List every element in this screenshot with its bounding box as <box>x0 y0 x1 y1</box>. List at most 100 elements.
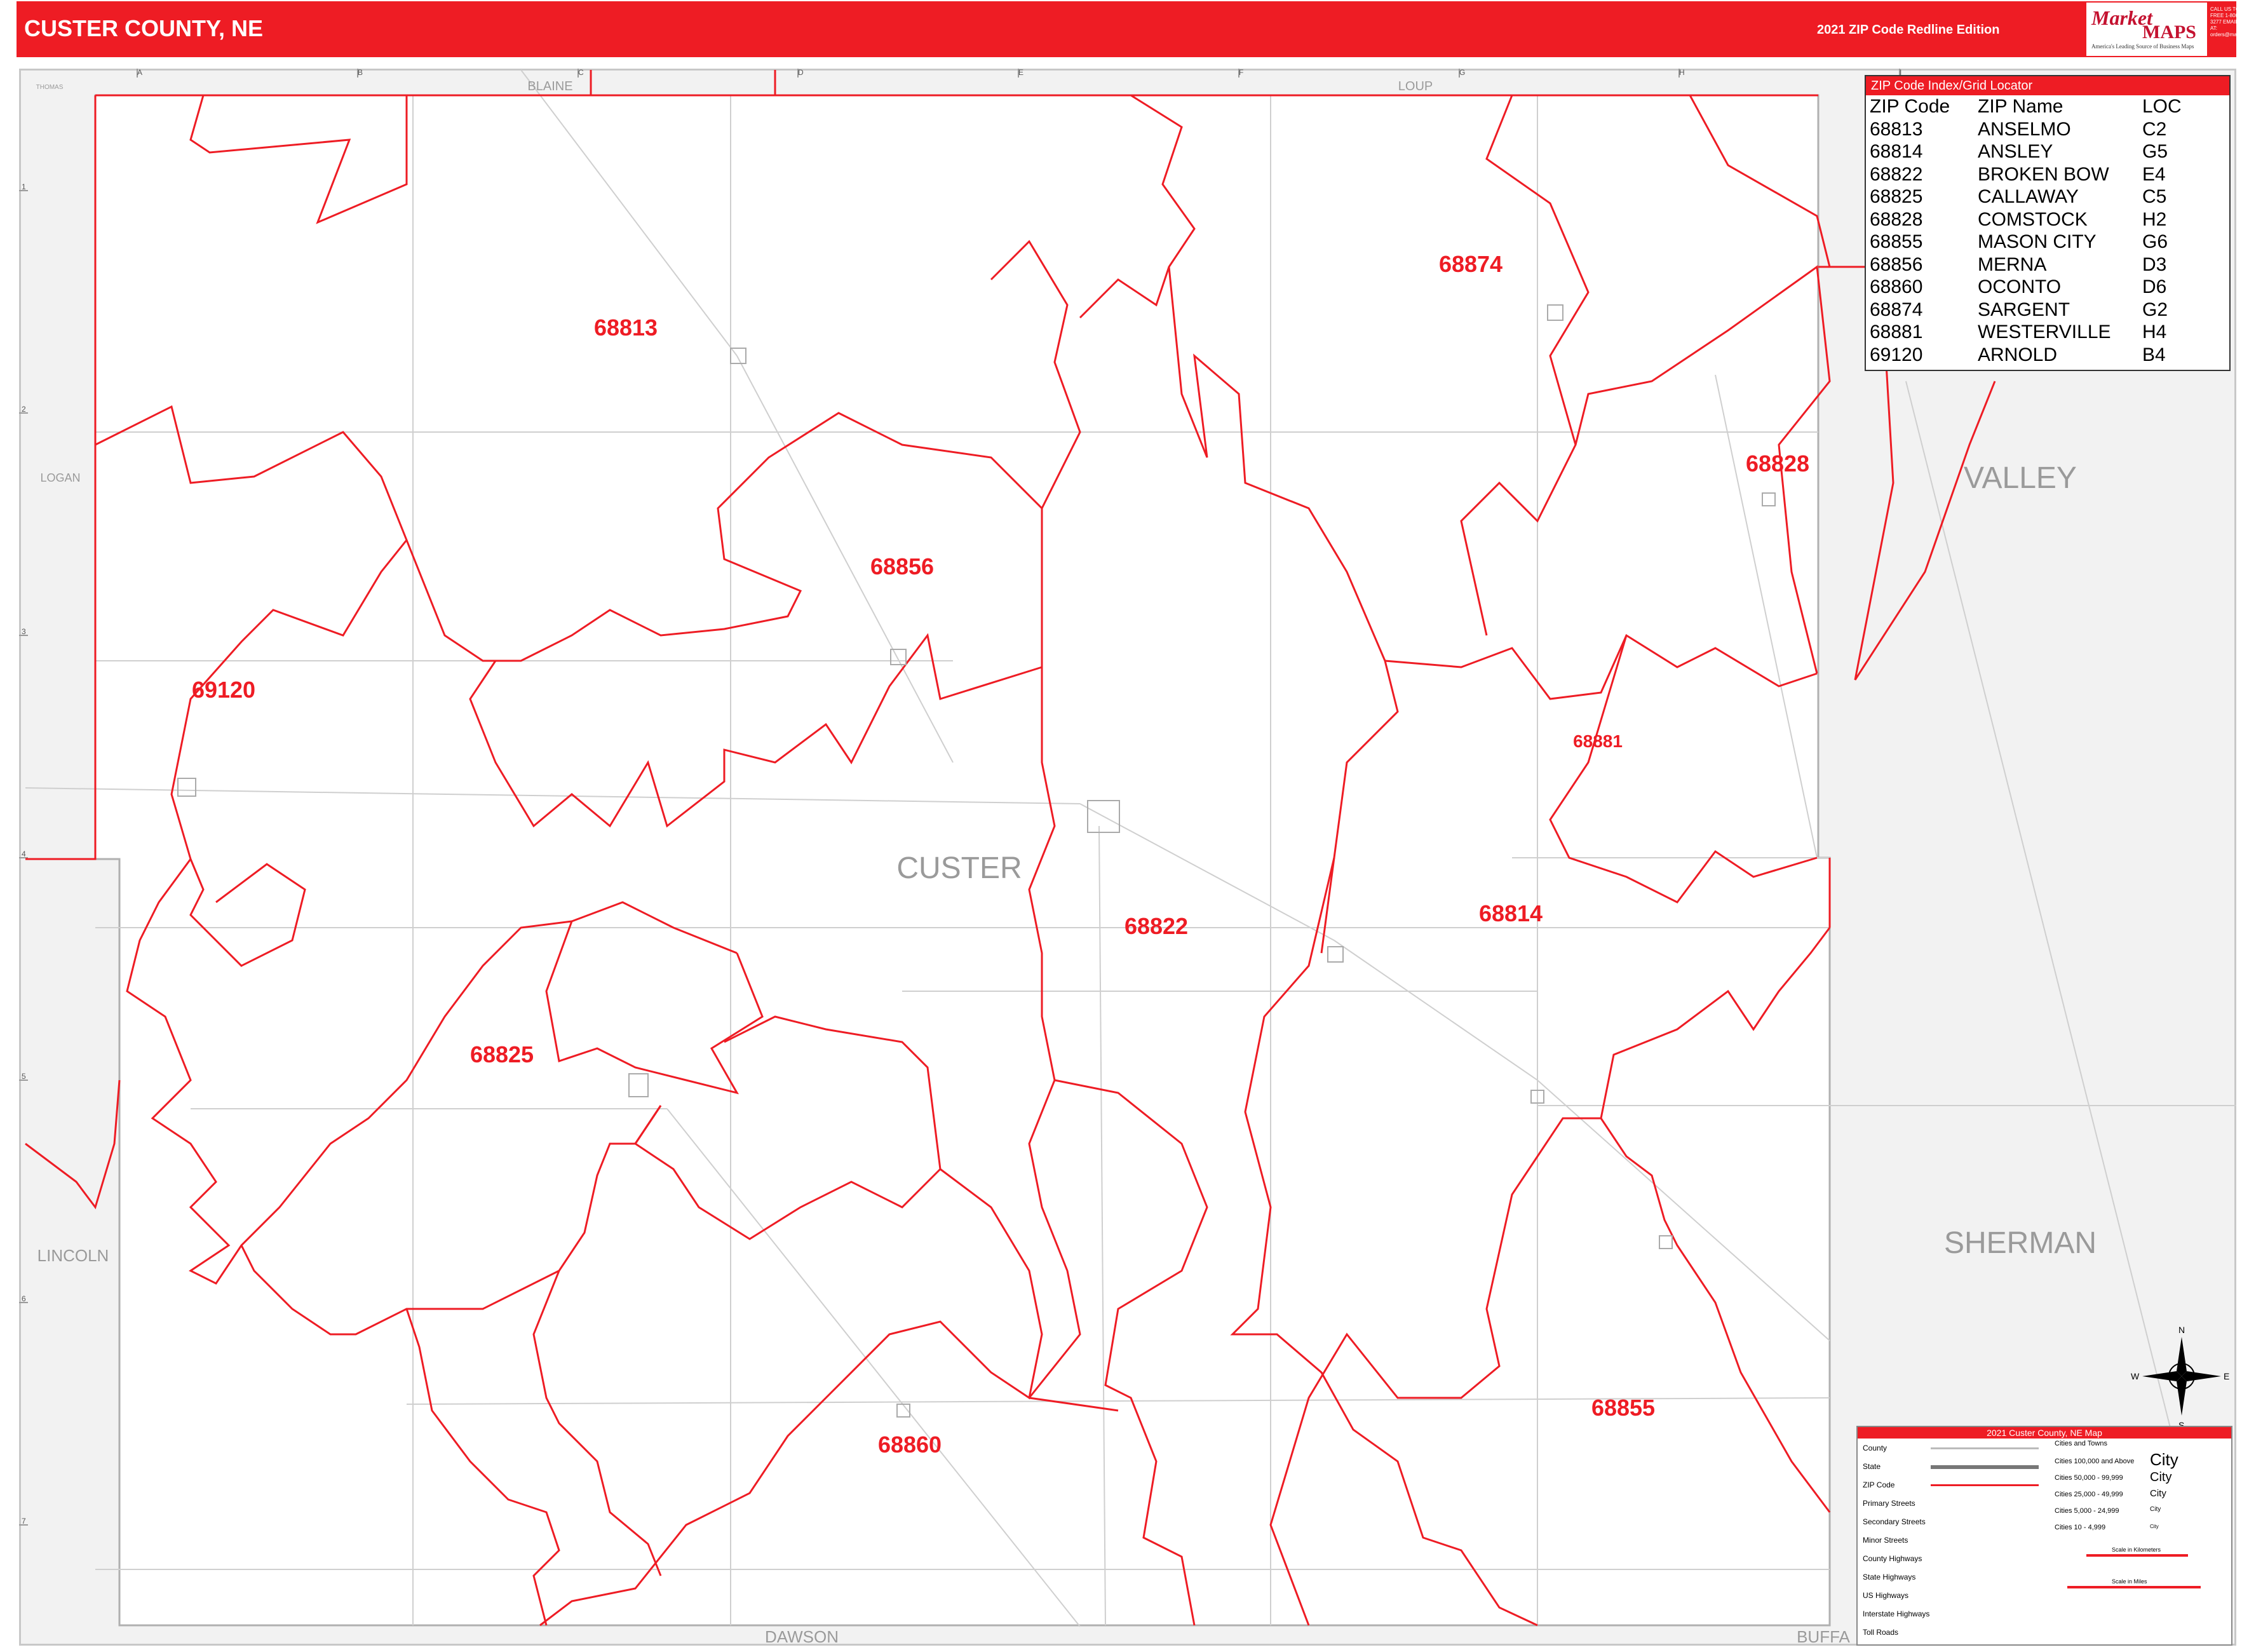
table-row: 68828 COMSTOCK H2 <box>1870 208 2182 231</box>
grid-col-d: D <box>798 68 804 77</box>
zip-cell: 68828 <box>1870 208 1923 230</box>
loc-cell: H4 <box>2142 322 2167 342</box>
zip-cell: 68855 <box>1870 231 1923 252</box>
zip-cell: 68822 <box>1870 163 1923 185</box>
table-row: 68881 WESTERVILLE H4 <box>1870 321 2182 344</box>
legend-city-range-1: Cities 100,000 and Above <box>2055 1458 2135 1465</box>
name-cell: ARNOLD <box>1978 344 2058 365</box>
zip-index-table: ZIP Code ZIP Name LOC 68813 ANSELMO C2 688… <box>1870 95 2182 366</box>
table-row: 68874 SARGENT G2 <box>1870 299 2182 322</box>
legend-county-symbol <box>1931 1447 2039 1449</box>
grid-row-4: 4 <box>22 850 26 858</box>
neighbor-thomas: THOMAS <box>36 84 64 91</box>
name-cell: MERNA <box>1978 254 2047 275</box>
legend-zip-symbol <box>1931 1484 2039 1486</box>
legend-city-range-2: Cities 50,000 - 99,999 <box>2055 1474 2123 1482</box>
legend-state-hwy: State Highways <box>1863 1573 1916 1581</box>
legend-us-hwy: US Highways <box>1863 1591 1909 1600</box>
legend-zip: ZIP Code <box>1863 1480 1895 1489</box>
legend-city-sample-3: City <box>2150 1488 2166 1499</box>
grid-row-5: 5 <box>22 1072 26 1081</box>
county-label-custer: CUSTER <box>896 851 1022 885</box>
compass-n: N <box>2178 1325 2185 1335</box>
legend-toll: Toll Roads <box>1863 1628 1899 1637</box>
grid-col-e: E <box>1018 68 1023 77</box>
table-row: 68814 ANSLEY G5 <box>1870 140 2182 163</box>
grid-row-7: 7 <box>22 1517 26 1526</box>
legend-city-range-4: Cities 5,000 - 24,999 <box>2055 1507 2119 1515</box>
zip-cell: 68874 <box>1870 299 1923 320</box>
table-row: 68855 MASON CITY G6 <box>1870 231 2182 254</box>
zip-cell: 68856 <box>1870 254 1923 275</box>
neighbor-logan: LOGAN <box>40 471 80 484</box>
zip-index-title: ZIP Code Index/Grid Locator <box>1866 76 2229 95</box>
compass-w: W <box>2131 1371 2140 1381</box>
legend-city-range-3: Cities 25,000 - 49,999 <box>2055 1491 2123 1498</box>
grid-col-c: C <box>578 68 584 77</box>
table-row: 69120 ARNOLD B4 <box>1870 344 2182 367</box>
name-cell: CALLAWAY <box>1978 186 2079 207</box>
grid-col-g: G <box>1459 68 1465 77</box>
legend-cities-title: Cities and Towns <box>2055 1440 2107 1447</box>
grid-col-f: F <box>1239 68 1243 77</box>
legend-city-sample-5: City <box>2150 1524 2159 1529</box>
zip-label-68822: 68822 <box>1124 913 1188 939</box>
table-row: 68825 CALLAWAY C5 <box>1870 186 2182 208</box>
loc-cell: G5 <box>2142 141 2168 162</box>
neighbor-sherman: SHERMAN <box>1944 1226 2097 1260</box>
legend-scale-km-bar <box>2086 1554 2188 1557</box>
zip-label-68814: 68814 <box>1479 900 1543 926</box>
neighbor-valley: VALLEY <box>1964 461 2077 495</box>
legend-scale-km: Scale in Kilometers <box>2112 1547 2161 1553</box>
legend-state-symbol <box>1931 1465 2039 1469</box>
compass-e: E <box>2224 1371 2229 1381</box>
zip-label-69120: 69120 <box>192 677 255 703</box>
compass-rose: N S E W <box>2131 1325 2229 1430</box>
grid-col-h: H <box>1679 68 1685 77</box>
grid-row-1: 1 <box>22 182 26 191</box>
grid-col-b: B <box>358 68 363 77</box>
neighbor-buffalo: BUFFA <box>1797 1627 1850 1646</box>
zip-cell: 68860 <box>1870 276 1923 297</box>
legend-city-sample-2: City <box>2150 1470 2172 1484</box>
legend-minor: Minor Streets <box>1863 1536 1908 1545</box>
table-row: 68813 ANSELMO C2 <box>1870 118 2182 141</box>
loc-cell: C5 <box>2142 186 2167 207</box>
loc-cell: D6 <box>2142 276 2167 297</box>
legend-county: County <box>1863 1444 1887 1452</box>
loc-cell: H2 <box>2142 208 2167 230</box>
loc-cell: E4 <box>2142 163 2166 185</box>
legend-interstate: Interstate Highways <box>1863 1609 1930 1618</box>
loc-cell: D3 <box>2142 254 2167 275</box>
table-row: 68822 BROKEN BOW E4 <box>1870 163 2182 186</box>
loc-cell: B4 <box>2142 344 2166 365</box>
zip-label-68881: 68881 <box>1573 731 1623 751</box>
zip-index-header-row: ZIP Code ZIP Name LOC <box>1870 95 2182 118</box>
legend-secondary: Secondary Streets <box>1863 1517 1926 1526</box>
neighbor-blaine: BLAINE <box>527 79 572 93</box>
legend-city-sample-4: City <box>2150 1506 2161 1513</box>
zip-cell: 68881 <box>1870 322 1923 342</box>
map-legend: 2021 Custer County, NE Map County State … <box>1856 1426 2232 1646</box>
legend-state: State <box>1863 1462 1881 1471</box>
neighbor-loup: LOUP <box>1398 79 1433 93</box>
name-cell: COMSTOCK <box>1978 208 2088 230</box>
legend-scale-mi: Scale in Miles <box>2112 1578 2147 1585</box>
zip-label-68828: 68828 <box>1746 450 1809 477</box>
zip-label-68813: 68813 <box>594 315 658 341</box>
legend-primary: Primary Streets <box>1863 1499 1915 1508</box>
zip-label-68855: 68855 <box>1591 1395 1655 1421</box>
loc-cell: G6 <box>2142 231 2168 252</box>
zip-label-68860: 68860 <box>878 1432 942 1458</box>
col-name: ZIP Name <box>1978 96 2063 117</box>
zip-cell: 69120 <box>1870 344 1923 365</box>
col-loc: LOC <box>2142 96 2182 117</box>
zip-index-panel: ZIP Code Index/Grid Locator ZIP Code ZIP… <box>1865 75 2231 371</box>
name-cell: SARGENT <box>1978 299 2070 320</box>
legend-county-hwy: County Highways <box>1863 1554 1922 1563</box>
neighbor-dawson: DAWSON <box>765 1627 839 1646</box>
grid-row-2: 2 <box>22 405 26 414</box>
zip-cell: 68814 <box>1870 141 1923 162</box>
name-cell: ANSLEY <box>1978 141 2053 162</box>
legend-city-range-5: Cities 10 - 4,999 <box>2055 1524 2106 1531</box>
